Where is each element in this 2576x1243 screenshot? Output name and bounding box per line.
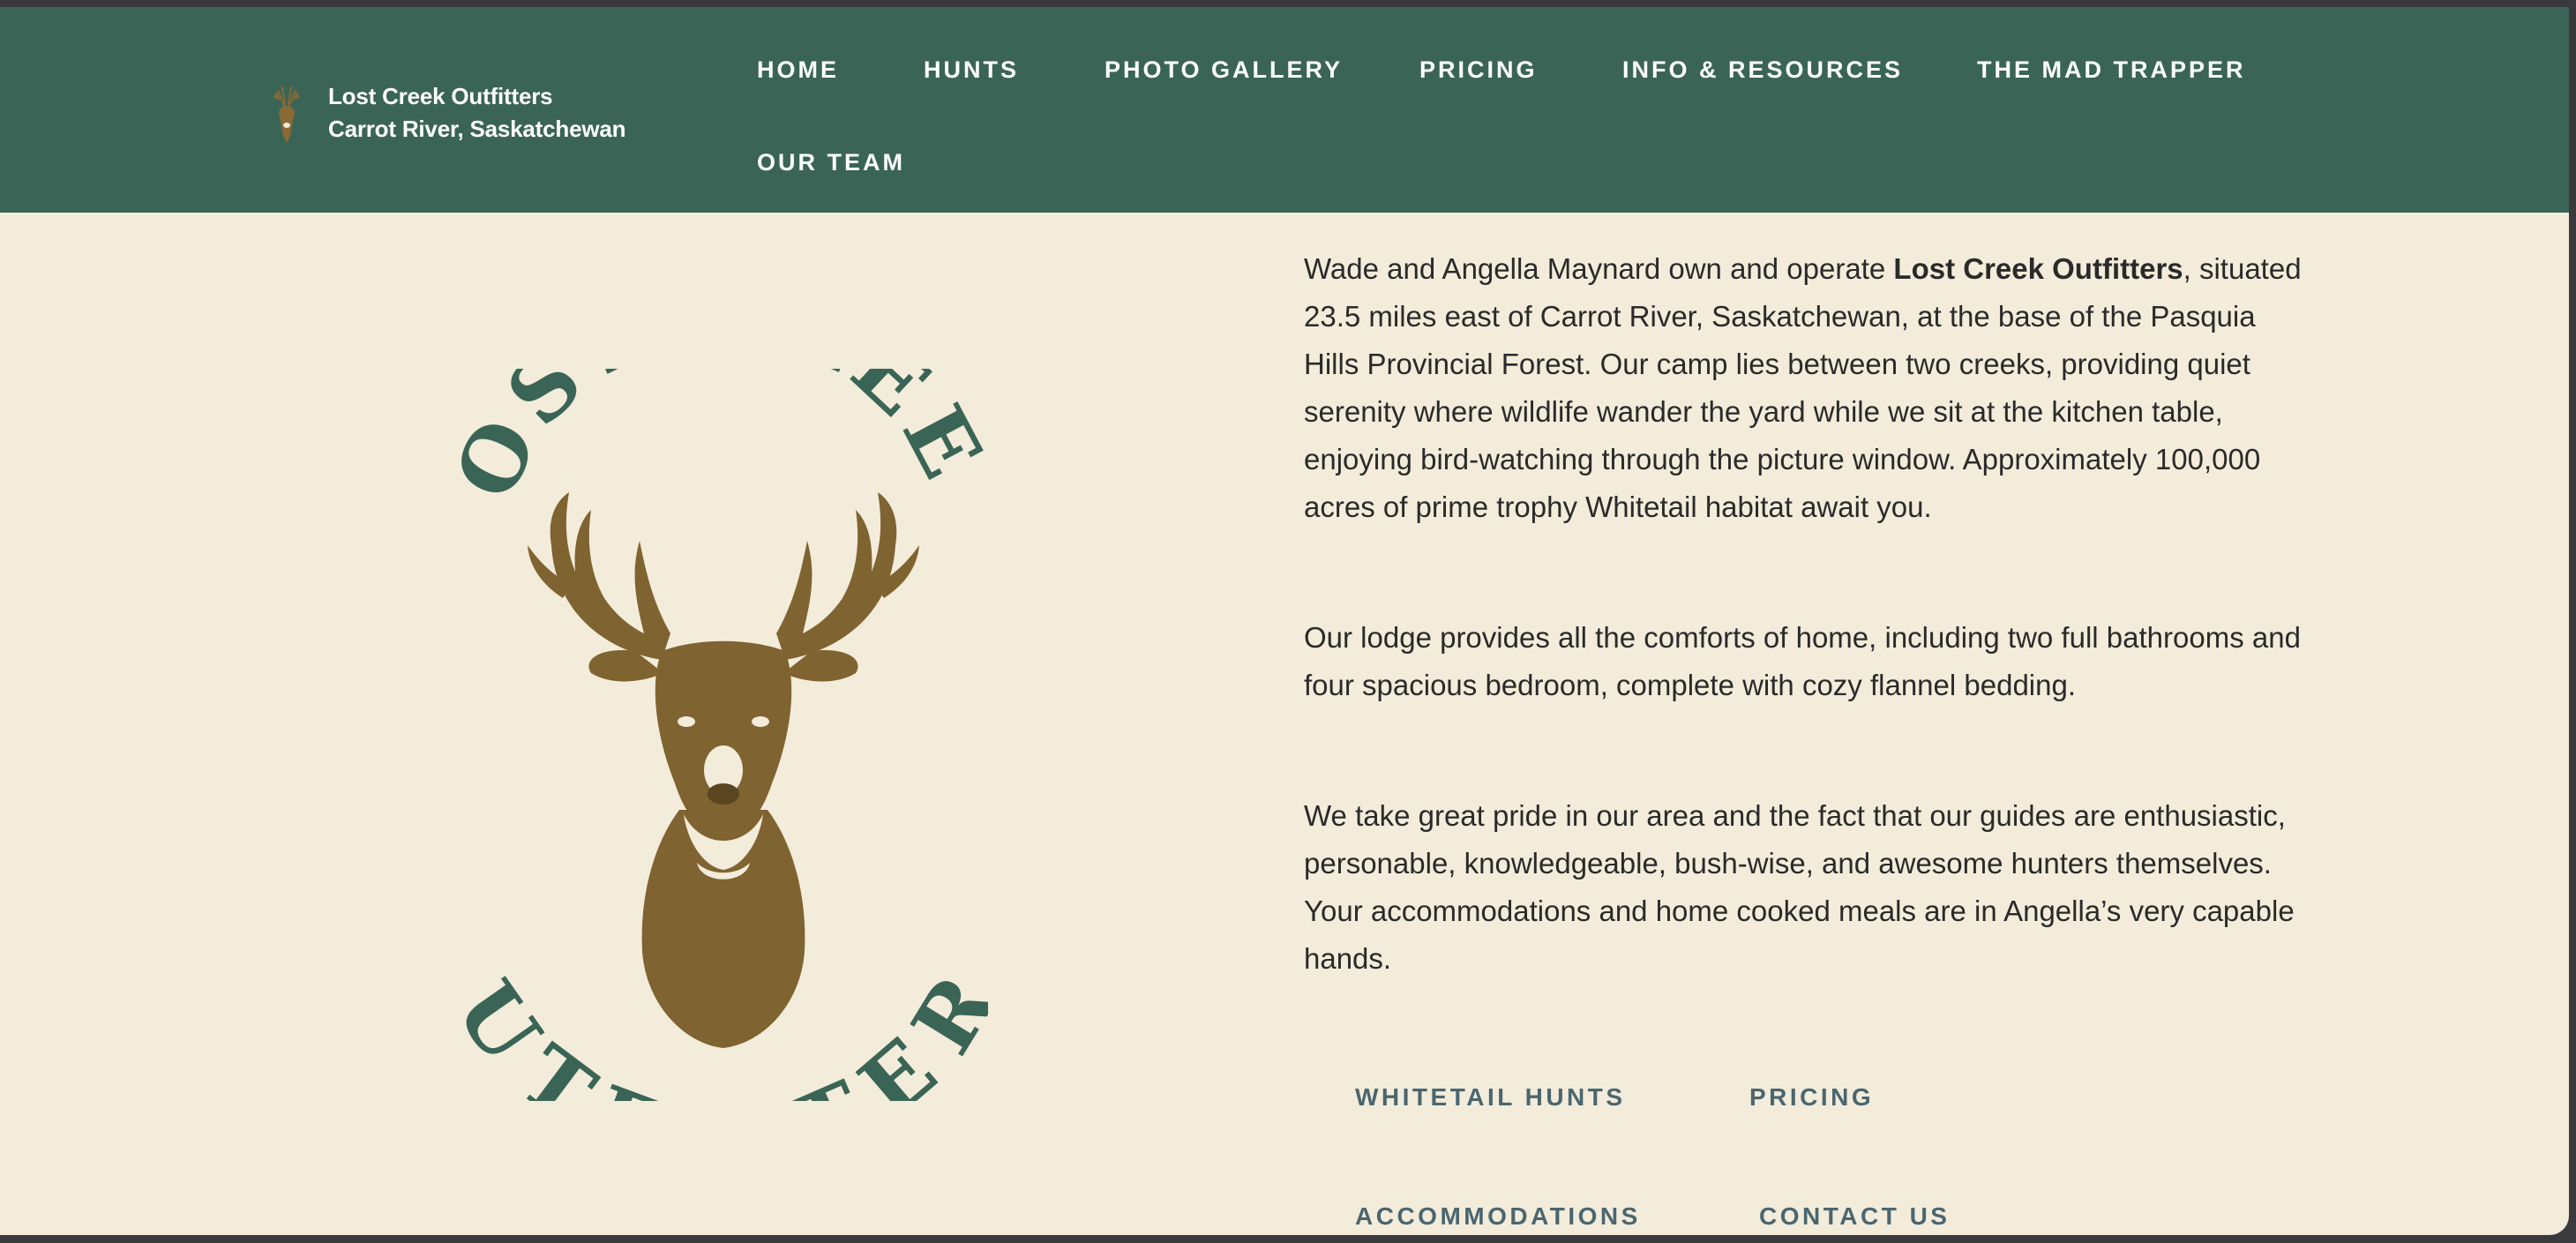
- browser-viewport: Lost Creek Outfitters Carrot River, Sask…: [0, 7, 2569, 1235]
- nav-item-hunts[interactable]: HUNTS: [924, 56, 1019, 84]
- brand[interactable]: Lost Creek Outfitters Carrot River, Sask…: [265, 78, 625, 148]
- nav-item-our-team[interactable]: OUR TEAM: [757, 149, 905, 176]
- cta-contact-us-link[interactable]: CONTACT US: [1759, 1202, 1950, 1231]
- cta-accommodations-link[interactable]: ACCOMMODATIONS: [1355, 1202, 1641, 1231]
- nav-item-mad-trapper[interactable]: THE MAD TRAPPER: [1977, 56, 2246, 84]
- nav-item-photo-gallery[interactable]: PHOTO GALLERY: [1105, 56, 1343, 84]
- intro-p1-start: Wade and Angella Maynard own and operate: [1304, 252, 1894, 285]
- deer-head-icon: [273, 86, 300, 143]
- business-name-bold: Lost Creek Outfitters: [1893, 252, 2183, 285]
- logo-top-text: LOST CREEK: [459, 369, 988, 513]
- site-header: Lost Creek Outfitters Carrot River, Sask…: [0, 7, 2569, 213]
- cta-whitetail-hunts-link[interactable]: WHITETAIL HUNTS: [1355, 1083, 1626, 1112]
- brand-location: Carrot River, Saskatchewan: [328, 116, 626, 142]
- nav-item-pricing[interactable]: PRICING: [1419, 56, 1538, 84]
- brand-name: Lost Creek Outfitters: [328, 83, 553, 109]
- intro-paragraph-3: We take great pride in our area and the …: [1304, 799, 2295, 975]
- nav-item-home[interactable]: HOME: [757, 56, 839, 84]
- nav-item-info-resources[interactable]: INFO & RESOURCES: [1622, 56, 1903, 84]
- lost-creek-logo: LOST CREEK OUTFITTERS: [459, 369, 988, 1101]
- intro-paragraph-1: Wade and Angella Maynard own and operate…: [1304, 245, 2310, 531]
- intro-paragraph-2: Our lodge provides all the comforts of h…: [1304, 621, 2301, 701]
- intro-content: Wade and Angella Maynard own and operate…: [1304, 245, 2310, 1066]
- main-nav: HOME HUNTS PHOTO GALLERY PRICING INFO & …: [757, 7, 2433, 213]
- cta-pricing-link[interactable]: PRICING: [1749, 1083, 1874, 1112]
- intro-p1-end: , situated 23.5 miles east of Carrot Riv…: [1304, 252, 2302, 523]
